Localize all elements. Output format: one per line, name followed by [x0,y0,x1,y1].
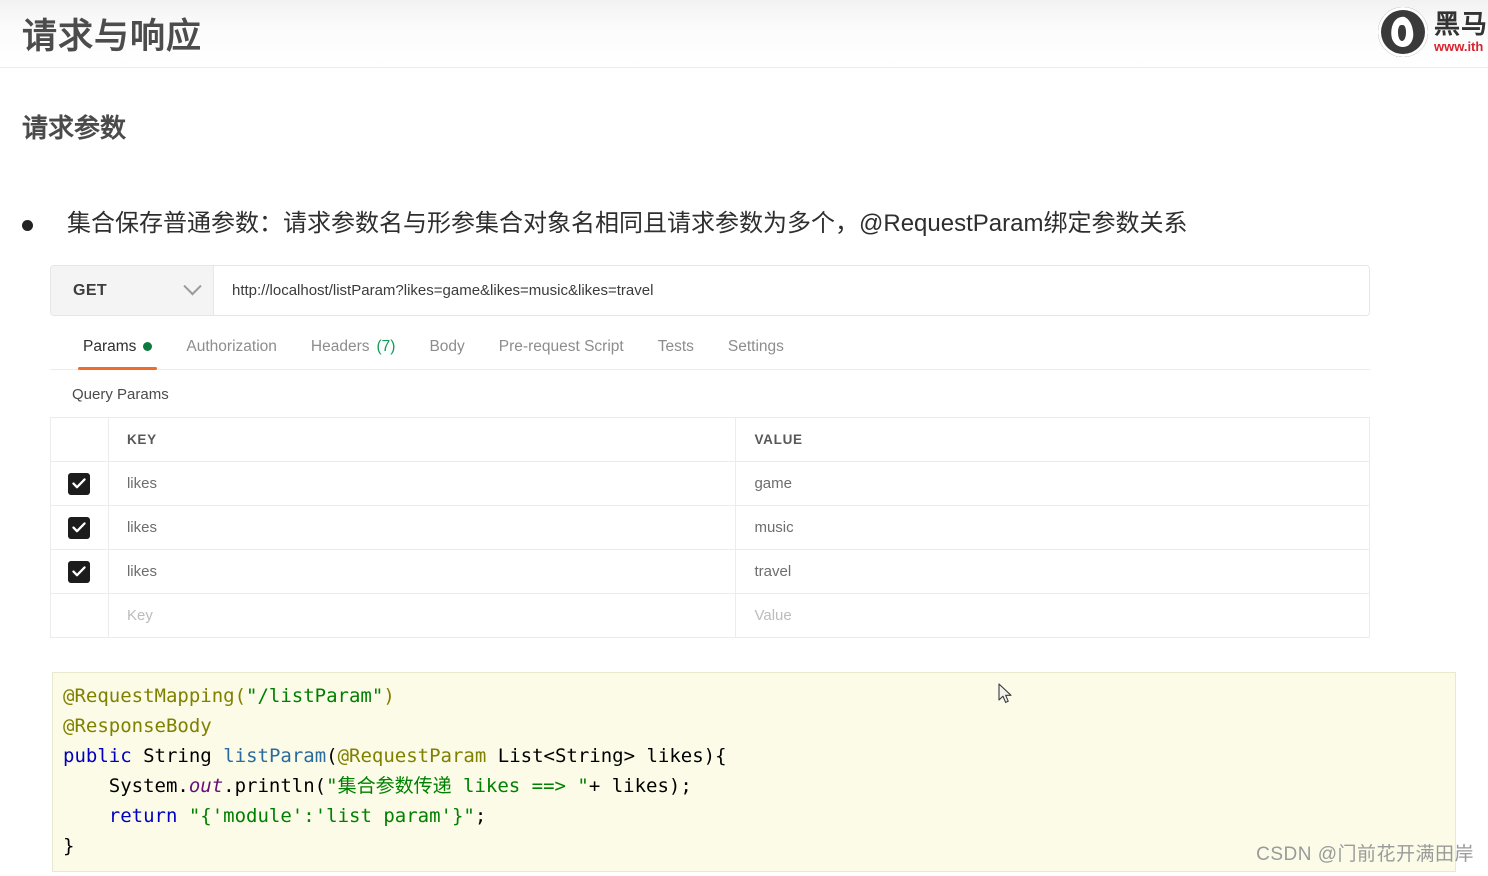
empty-row-checkbox-cell [50,593,109,638]
tab-params[interactable]: Params [66,324,169,370]
tab-tests-label: Tests [657,337,694,355]
section-heading: 请求参数 [22,113,127,143]
http-method-dropdown[interactable]: GET [51,266,214,315]
table-row-empty: Key Value [50,593,1370,638]
header-key-cell: KEY [107,417,737,462]
tab-settings[interactable]: Settings [711,324,801,370]
chevron-down-icon [183,277,202,296]
code-line: @ResponseBody [63,715,212,737]
request-url-row: GET http://localhost/listParam?likes=gam… [50,265,1370,316]
table-row: likes music [50,505,1370,550]
tab-body-label: Body [429,337,465,355]
brand-logo: 黑马 www.ith [1377,4,1488,60]
tab-pre-request-script-label: Pre-request Script [498,337,624,355]
watermark: CSDN @门前花开满田岸 [1256,844,1474,865]
brand-url: www.ith [1433,39,1484,54]
row-key-cell[interactable]: likes [107,461,737,506]
code-annotation: @ResponseBody [63,715,212,737]
row-key-cell[interactable]: likes [107,505,737,550]
query-params-table: KEY VALUE likes game likes music likes t… [50,417,1370,638]
empty-row-key-placeholder: Key [126,606,153,624]
tab-pre-request-script[interactable]: Pre-request Script [482,324,641,370]
query-params-label: Query Params [72,386,169,403]
tab-params-label: Params [83,337,137,355]
tab-authorization[interactable]: Authorization [169,324,293,370]
mouse-cursor-icon [998,683,1014,705]
params-indicator-dot-icon [143,342,153,351]
header-value-label: VALUE [754,431,803,447]
http-method-label: GET [73,281,108,299]
code-line: public String listParam(@RequestParam Li… [63,745,727,767]
tab-headers[interactable]: Headers (7) [294,324,413,370]
page-title: 请求与响应 [22,17,203,56]
checkbox-checked-icon[interactable] [68,516,91,539]
code-annotation: @RequestMapping("/listParam") [63,685,395,707]
code-block: @RequestMapping("/listParam") @ResponseB… [52,672,1456,872]
code-closing-brace: } [63,835,75,857]
tab-body[interactable]: Body [412,324,481,370]
brand-logo-text: 黑马 www.ith [1434,11,1488,53]
table-header-row: KEY VALUE [50,417,1370,462]
header-checkbox-cell [50,417,109,462]
row-value-text: music [754,518,794,536]
code-return: return "{'module':'list param'}"; [108,805,487,827]
row-key-cell[interactable]: likes [107,549,737,594]
empty-row-value-placeholder: Value [754,606,792,624]
code-line: return "{'module':'list param'}"; [63,805,487,827]
code-println: System.out.println("集合参数传递 likes ==> "+ … [63,775,692,797]
tab-tests[interactable]: Tests [641,324,711,370]
code-signature: public String listParam(@RequestParam Li… [63,745,727,767]
row-value-text: game [754,474,792,492]
empty-row-value-cell[interactable]: Value [735,593,1370,638]
row-key-text: likes [126,518,157,536]
empty-row-key-cell[interactable]: Key [107,593,737,638]
code-line: System.out.println("集合参数传递 likes ==> "+ … [63,775,692,797]
row-key-text: likes [126,562,157,580]
tab-authorization-label: Authorization [186,337,277,355]
code-line: @RequestMapping("/listParam") [63,685,395,707]
bullet-text: 集合保存普通参数：请求参数名与形参集合对象名相同且请求参数为多个，@Reques… [67,210,1188,237]
table-row: likes game [50,461,1370,506]
request-tabs: Params Authorization Headers (7) Body Pr… [50,324,1370,370]
table-row: likes travel [50,549,1370,594]
postman-panel: GET http://localhost/listParam?likes=gam… [50,265,1370,638]
checkbox-checked-icon[interactable] [68,560,91,583]
tab-settings-label: Settings [727,337,784,355]
row-value-cell[interactable]: music [735,505,1370,550]
row-checkbox-cell[interactable] [50,549,109,594]
tab-headers-count: (7) [376,337,396,355]
header-value-cell: VALUE [735,417,1370,462]
page-root: 请求与响应 黑马 www.ith 请求参数 集合保存普通参数：请求参数名与形参集… [0,0,1488,876]
slide-header: 请求与响应 黑马 www.ith [0,0,1488,68]
brand-name: 黑马 [1433,9,1488,39]
header-key-label: KEY [126,431,157,447]
row-key-text: likes [126,474,157,492]
row-value-cell[interactable]: travel [735,549,1370,594]
bullet-item: 集合保存普通参数：请求参数名与形参集合对象名相同且请求参数为多个，@Reques… [22,208,1462,240]
row-value-cell[interactable]: game [735,461,1370,506]
request-url-input[interactable]: http://localhost/listParam?likes=game&li… [214,266,1369,315]
code-line: } [63,835,74,857]
tab-headers-label: Headers [310,337,370,355]
row-value-text: travel [754,562,792,580]
row-checkbox-cell[interactable] [50,505,109,550]
checkbox-checked-icon[interactable] [68,472,91,495]
bullet-dot-icon [22,220,33,231]
row-checkbox-cell[interactable] [50,461,109,506]
horse-head-icon [1377,7,1428,57]
